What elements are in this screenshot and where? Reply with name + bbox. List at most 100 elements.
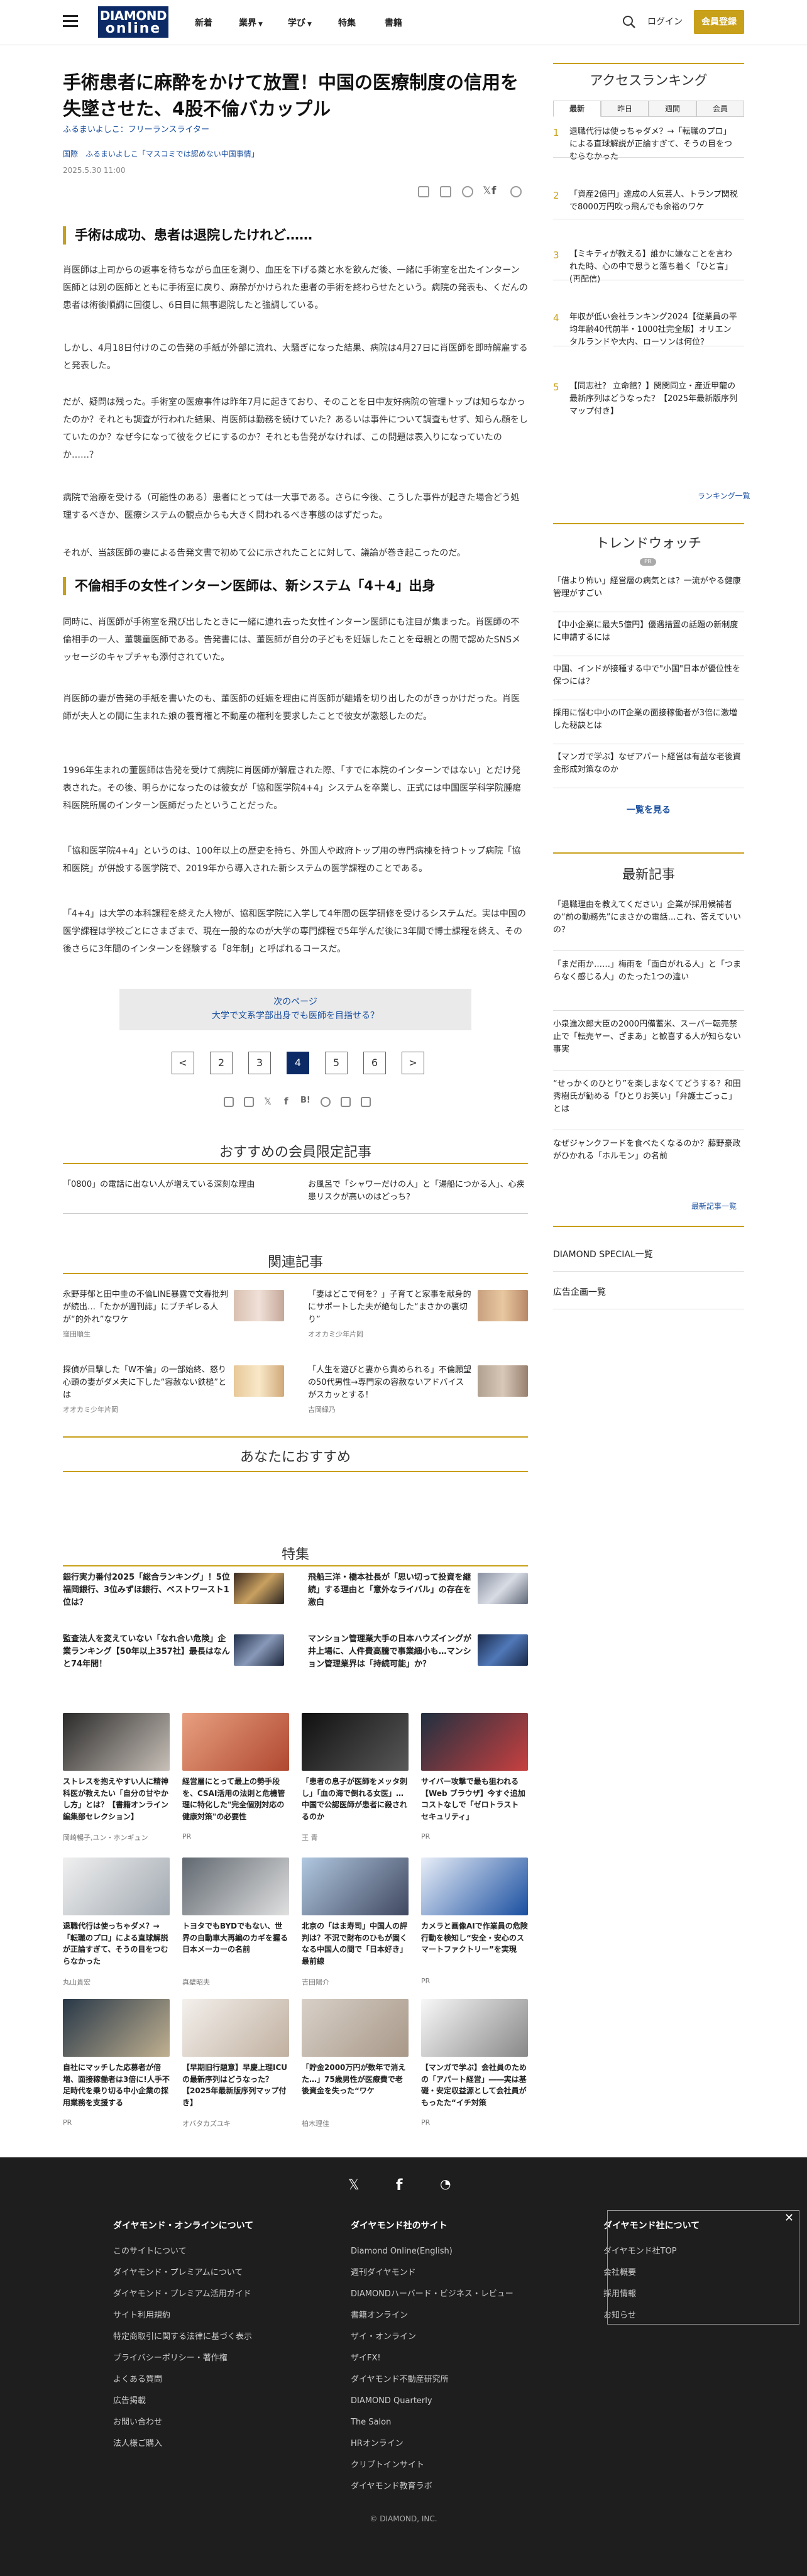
grid-thumbnail[interactable] [63, 1713, 170, 1771]
footer-link[interactable]: プライバシーポリシー・著作権 [113, 2348, 252, 2369]
related-thumbnail[interactable] [478, 1290, 528, 1321]
footer-link[interactable]: ダイヤモンド不動産研究所 [351, 2369, 513, 2391]
grid-article-title[interactable]: 【マンガで学ぶ】会社員のための「アパート経営」――実は基礎・安定収益源として会社… [421, 2062, 528, 2108]
grid-thumbnail[interactable] [182, 1858, 289, 1915]
grid-article-title[interactable]: 【早期旧行題意】早慶上理ICUの最新序列はどうなった？【2025年最新版序列マッ… [182, 2062, 289, 2108]
line-icon[interactable] [321, 1097, 331, 1107]
grid-article-title[interactable]: 経営層にとって最上の勢手段を、CSAI活用の法則と危機管理に特化した"完全個別対… [182, 1776, 289, 1822]
member-article-1[interactable]: 「0800」の電話に出ない人が増えている深刻な理由 [63, 1179, 283, 1191]
x-share-icon[interactable]: 𝕏 [264, 1096, 272, 1107]
ranking-list-link[interactable]: ランキング一覧 [698, 490, 750, 501]
grid-article-title[interactable]: サイバー攻撃で最も狙われる【Web ブラウザ】今すぐ追加コストなしで「ゼロトラス… [421, 1776, 528, 1822]
related-thumbnail[interactable] [234, 1290, 284, 1321]
trend-item[interactable]: 【中小企業に最大5億円】優遇措置の話題の新制度に申請するには [553, 619, 744, 644]
next-page-box[interactable]: 次のページ 大学で文系学部出身でも医師を目指せる？ [119, 989, 471, 1030]
trend-item[interactable]: 採用に悩む中小のIT企業の面接稼働者が3倍に激増した秘訣とは [553, 707, 744, 732]
ranking-item[interactable]: 3 【ミキティが教える】誰かに嫌なことを言われた時、心の中で思うと落ち着く「ひと言… [553, 248, 744, 286]
feature-thumbnail[interactable] [478, 1573, 528, 1604]
trend-item[interactable]: 【マンガで学ぶ】なぜアパート経営は有益な老後資金形成対策なのか [553, 751, 744, 776]
grid-article-title[interactable]: 北京の「はま寿司」中国人の評判は？不況で財布のひもが固くなる中国人の間で「日本好… [302, 1920, 409, 1967]
related-item-2[interactable]: 「妻はどこで何を？」子育てと家事を献身的にサポートした夫が絶句した“まさかの裏切… [308, 1289, 471, 1339]
trend-more-link[interactable]: 一覧を見る [553, 803, 744, 816]
hatena-icon[interactable]: B! [300, 1096, 310, 1105]
feature-thumbnail[interactable] [478, 1634, 528, 1666]
clip-icon[interactable] [224, 1097, 234, 1107]
more-share-icon[interactable] [510, 186, 522, 197]
ranking-item[interactable]: 5 【同志社？ 立命館？】関関同立・産近甲龍の最新序列はどうなった？【2025年最… [553, 380, 744, 418]
footer-link[interactable]: このサイトについて [113, 2241, 252, 2262]
feature-thumbnail[interactable] [234, 1573, 284, 1604]
footer-link[interactable]: お問い合わせ [113, 2412, 252, 2433]
related-item-1[interactable]: 永野芽郁と田中圭の不倫LINE暴露で文春批判が続出…「たかが週刊誌」にブチギレる… [63, 1289, 233, 1339]
search-icon[interactable] [622, 15, 636, 29]
ranking-item[interactable]: 1 退職代行は使っちゃダメ？→「転職のプロ」による直球解説が正論すぎて、そうの目を… [553, 126, 744, 163]
grid-article-title[interactable]: トヨタでもBYDでもない、世界の自動車大再編のカギを握る日本メーカーの名前 [182, 1920, 289, 1956]
pager-next[interactable]: > [402, 1052, 424, 1074]
pager-4[interactable]: 4 [287, 1052, 309, 1074]
feature-item-4[interactable]: マンション管理業大手の日本ハウズイングが井上場に、人件費高騰で事業細小も…マンシ… [308, 1633, 471, 1671]
grid-article-title[interactable]: 「貯金2000万円が数年で消えた…」75歳男性が医療費で老後資金を失った“ワケ [302, 2062, 409, 2097]
member-article-2[interactable]: お風呂で「シャワーだけの人」と「湯船につかる人」、心疾患リスクが高いのはどっち？ [308, 1179, 528, 1204]
pager-2[interactable]: 2 [210, 1052, 233, 1074]
feature-item-3[interactable]: 監査法人を変えていない「なれ合い危険」企業ランキング【50年以上357社】最長は… [63, 1633, 233, 1671]
latest-item[interactable]: 小泉進次郎大臣の2000円備蓄米、スーパー転売禁止で「転売ヤー、ざまあ」と歓喜す… [553, 1018, 744, 1056]
grid-article-title[interactable]: ストレスを抱えやすい人に精神科医が教えたい「自分の甘やかし方」とは？【書籍オンラ… [63, 1776, 170, 1822]
ad-list-link[interactable]: 広告企画一覧 [553, 1285, 606, 1298]
footer-link[interactable]: ダイヤモンド教育ラボ [351, 2476, 513, 2497]
pager-5[interactable]: 5 [325, 1052, 348, 1074]
clip-icon[interactable] [418, 186, 429, 197]
tag-international[interactable]: 国際 [63, 150, 78, 158]
print-icon[interactable] [244, 1097, 254, 1107]
site-logo[interactable]: DIAMOND online [98, 6, 168, 38]
footer-link[interactable]: HRオンライン [351, 2433, 513, 2455]
grid-article-title[interactable]: 「患者の息子が医師をメッタ刺し」「血の海で倒れる女医」…中国で公認医師が患者に殺… [302, 1776, 409, 1822]
footer-link[interactable]: ザイ・オンライン [351, 2326, 513, 2348]
ranking-tab-member[interactable]: 会員 [696, 101, 744, 117]
facebook-share-icon[interactable]: f [491, 185, 496, 197]
rss-icon[interactable]: ◔ [440, 2176, 451, 2191]
related-thumbnail[interactable] [478, 1365, 528, 1397]
footer-link[interactable]: 書籍オンライン [351, 2305, 513, 2326]
nav-new[interactable]: 新着 [195, 16, 212, 29]
pager-prev[interactable]: < [172, 1052, 194, 1074]
footer-link[interactable]: DIAMONDハーバード・ビジネス・レビュー [351, 2284, 513, 2305]
login-link[interactable]: ログイン [647, 15, 683, 28]
footer-link[interactable]: 週刊ダイヤモンド [351, 2262, 513, 2284]
grid-thumbnail[interactable] [302, 1713, 409, 1771]
grid-article-title[interactable]: 自社にマッチした応募者が倍増、面接稼働者は3倍に!人手不足時代を乗り切る中小企業… [63, 2062, 170, 2108]
close-icon[interactable]: ✕ [784, 2211, 794, 2225]
ranking-tab-weekly[interactable]: 週間 [649, 101, 696, 117]
trend-item[interactable]: 中国、インドが接種する中で"小国"日本が優位性を保つには？ [553, 663, 744, 688]
latest-item[interactable]: 「まだ雨か……」梅雨を「面白がれる人」と「つまらなく感じる人」のたった1つの違い [553, 959, 744, 984]
register-button[interactable]: 会員登録 [694, 10, 744, 34]
related-item-4[interactable]: 「人生を遊びと妻から責められる」不倫願望の50代男性→専門家の容赦ないアドバイス… [308, 1364, 471, 1414]
grid-article-title[interactable]: カメラと画像AIで作業員の危険行動を検知し“安全・安心のスマートファクトリー”を… [421, 1920, 528, 1956]
ranking-item[interactable]: 2 「資産2億円」達成の人気芸人、トランプ関税で8000万円吹っ飛んでも余裕のワケ [553, 189, 744, 214]
footer-link[interactable]: DIAMOND Quarterly [351, 2391, 513, 2412]
footer-link[interactable]: 特定商取引に関する法律に基づく表示 [113, 2326, 252, 2348]
nav-feature[interactable]: 特集 [338, 16, 356, 29]
latest-item[interactable]: “せっかくのひとり”を楽しまなくてどうする？和田秀樹氏が勧める「ひとりお笑い」「… [553, 1078, 744, 1116]
footer-link[interactable]: クリプトインサイト [351, 2455, 513, 2476]
feature-item-2[interactable]: 飛船三洋・橋本社長が「思い切って投資を継続」する理由と「意外なライバル」の存在を… [308, 1571, 471, 1609]
grid-thumbnail[interactable] [421, 1713, 528, 1771]
tag-series[interactable]: ふるまいよしこ「マスコミでは認めない中国事情」 [85, 150, 259, 158]
ranking-tab-latest[interactable]: 最新 [553, 101, 601, 117]
footer-link[interactable]: Diamond Online(English) [351, 2241, 513, 2262]
grid-thumbnail[interactable] [302, 1858, 409, 1915]
copy-icon[interactable] [361, 1097, 371, 1107]
pager-3[interactable]: 3 [248, 1052, 271, 1074]
grid-article-title[interactable]: 退職代行は使っちゃダメ？→「転職のプロ」による直球解説が正論すぎて、そうの目をつ… [63, 1920, 170, 1967]
latest-item[interactable]: 「退職理由を教えてください」企業が採用候補者の“前の勤務先”にまさかの電話…これ… [553, 899, 744, 937]
footer-link[interactable]: ダイヤモンド・プレミアムについて [113, 2262, 252, 2284]
nav-books[interactable]: 書籍 [385, 16, 402, 29]
footer-link[interactable]: ザイFX! [351, 2348, 513, 2369]
x-share-icon[interactable]: 𝕏 [483, 185, 491, 197]
grid-thumbnail[interactable] [63, 1999, 170, 2057]
author-link[interactable]: ふるまいよしこ：フリーランスライター [63, 123, 209, 135]
ranking-tab-yesterday[interactable]: 昨日 [601, 101, 649, 117]
footer-link[interactable]: 法人様ご購入 [113, 2433, 252, 2455]
footer-link[interactable]: The Salon [351, 2412, 513, 2433]
latest-list-link[interactable]: 最新記事一覧 [691, 1201, 737, 1211]
x-icon[interactable]: 𝕏 [348, 2177, 360, 2193]
